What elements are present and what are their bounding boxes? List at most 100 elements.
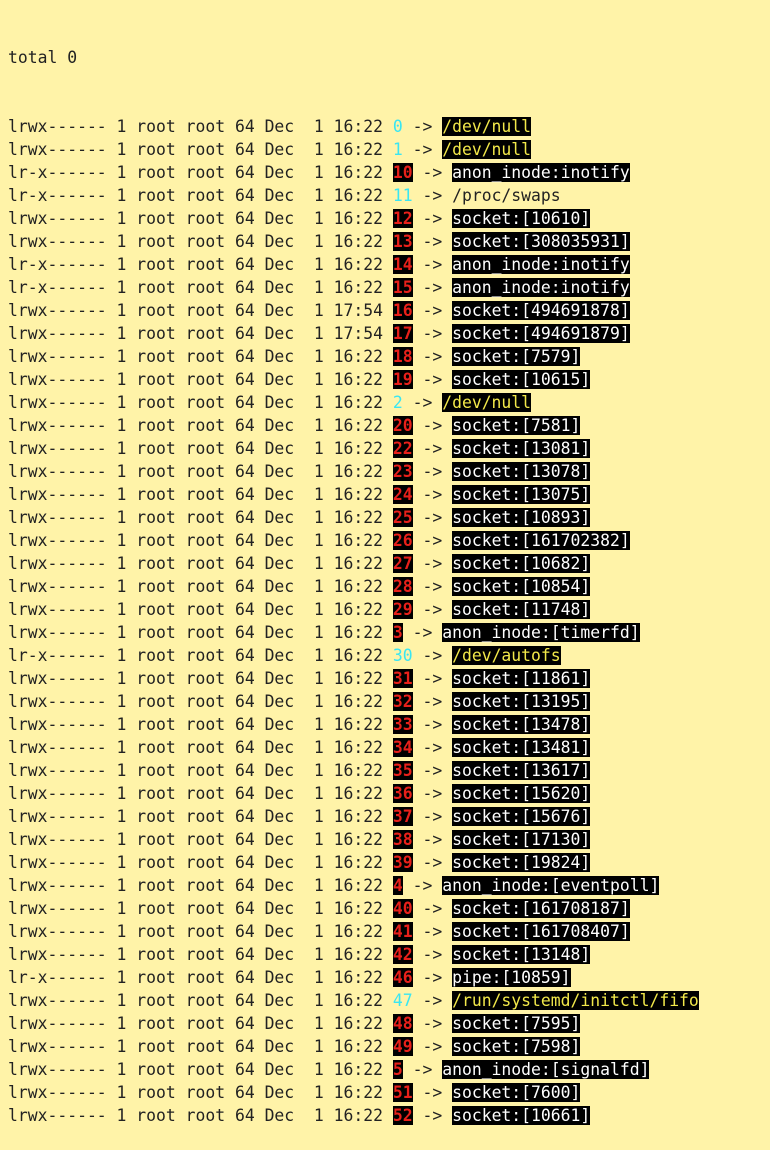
file-metadata: lrwx------ 1 root root 64 Dec 1 16:22 (8, 1037, 393, 1056)
link-arrow: -> (412, 945, 453, 964)
listing-row: lrwx------ 1 root root 64 Dec 1 16:22 18… (8, 345, 699, 368)
fd-number: 5 (392, 1060, 403, 1079)
listing-row: lrwx------ 1 root root 64 Dec 1 17:54 17… (8, 322, 699, 345)
file-metadata: lrwx------ 1 root root 64 Dec 1 16:22 (8, 715, 393, 734)
link-arrow: -> (412, 738, 453, 757)
link-arrow: -> (412, 209, 453, 228)
fd-number: 33 (392, 715, 413, 734)
link-target: socket:[161708407] (452, 922, 630, 941)
listing-row: lrwx------ 1 root root 64 Dec 1 16:22 25… (8, 506, 699, 529)
fd-number: 25 (392, 508, 413, 527)
listing-row: lr-x------ 1 root root 64 Dec 1 16:22 30… (8, 644, 699, 667)
link-arrow: -> (412, 761, 453, 780)
listing-row: lrwx------ 1 root root 64 Dec 1 16:22 48… (8, 1012, 699, 1035)
file-metadata: lrwx------ 1 root root 64 Dec 1 16:22 (8, 623, 393, 642)
link-arrow: -> (412, 784, 453, 803)
link-target: socket:[7581] (452, 416, 581, 435)
file-metadata: lrwx------ 1 root root 64 Dec 1 16:22 (8, 876, 393, 895)
file-metadata: lrwx------ 1 root root 64 Dec 1 16:22 (8, 140, 393, 159)
listing-row: lrwx------ 1 root root 64 Dec 1 16:22 22… (8, 437, 699, 460)
file-metadata: lrwx------ 1 root root 64 Dec 1 16:22 (8, 416, 393, 435)
link-target: /dev/null (442, 393, 532, 412)
link-target: socket:[13481] (452, 738, 591, 757)
file-metadata: lrwx------ 1 root root 64 Dec 1 16:22 (8, 393, 393, 412)
file-metadata: lrwx------ 1 root root 64 Dec 1 16:22 (8, 1106, 393, 1125)
file-metadata: lrwx------ 1 root root 64 Dec 1 16:22 (8, 922, 393, 941)
listing-row: lrwx------ 1 root root 64 Dec 1 16:22 5 … (8, 1058, 699, 1081)
listing-row: lrwx------ 1 root root 64 Dec 1 16:22 42… (8, 943, 699, 966)
link-arrow: -> (412, 968, 453, 987)
link-target: socket:[15620] (452, 784, 591, 803)
file-metadata: lr-x------ 1 root root 64 Dec 1 16:22 (8, 646, 393, 665)
file-metadata: lrwx------ 1 root root 64 Dec 1 16:22 (8, 462, 393, 481)
link-target: socket:[15676] (452, 807, 591, 826)
file-metadata: lrwx------ 1 root root 64 Dec 1 16:22 (8, 1083, 393, 1102)
listing-row: lrwx------ 1 root root 64 Dec 1 16:22 23… (8, 460, 699, 483)
listing-row: lrwx------ 1 root root 64 Dec 1 17:54 16… (8, 299, 699, 322)
link-target: socket:[161702382] (452, 531, 630, 550)
listing-row: lrwx------ 1 root root 64 Dec 1 16:22 24… (8, 483, 699, 506)
link-target: anon_inode:inotify (452, 278, 630, 297)
listing-row: lrwx------ 1 root root 64 Dec 1 16:22 12… (8, 207, 699, 230)
link-target: anon_inode:inotify (452, 163, 630, 182)
listing-row: lr-x------ 1 root root 64 Dec 1 16:22 15… (8, 276, 699, 299)
fd-number: 39 (392, 853, 413, 872)
fd-number: 0 (392, 117, 403, 136)
link-target: /proc/swaps (452, 186, 561, 205)
fd-number: 22 (392, 439, 413, 458)
link-arrow: -> (412, 531, 453, 550)
fd-number: 36 (392, 784, 413, 803)
link-target: anon_inode:[signalfd] (442, 1060, 650, 1079)
fd-number: 48 (392, 1014, 413, 1033)
link-arrow: -> (402, 393, 443, 412)
listing-row: lrwx------ 1 root root 64 Dec 1 16:22 0 … (8, 115, 699, 138)
listing-row: lrwx------ 1 root root 64 Dec 1 16:22 33… (8, 713, 699, 736)
fd-number: 19 (392, 370, 413, 389)
fd-number: 35 (392, 761, 413, 780)
link-arrow: -> (412, 462, 453, 481)
file-metadata: lrwx------ 1 root root 64 Dec 1 17:54 (8, 324, 393, 343)
fd-number: 31 (392, 669, 413, 688)
link-target: socket:[13148] (452, 945, 591, 964)
link-arrow: -> (412, 232, 453, 251)
fd-number: 12 (392, 209, 413, 228)
link-arrow: -> (412, 278, 453, 297)
listing-row: lrwx------ 1 root root 64 Dec 1 16:22 51… (8, 1081, 699, 1104)
link-arrow: -> (412, 1014, 453, 1033)
listing-row: lrwx------ 1 root root 64 Dec 1 16:22 26… (8, 529, 699, 552)
link-target: socket:[13075] (452, 485, 591, 504)
link-arrow: -> (412, 370, 453, 389)
link-target: socket:[7598] (452, 1037, 581, 1056)
link-target: socket:[13081] (452, 439, 591, 458)
link-target: socket:[10661] (452, 1106, 591, 1125)
file-metadata: lrwx------ 1 root root 64 Dec 1 16:22 (8, 531, 393, 550)
file-metadata: lr-x------ 1 root root 64 Dec 1 16:22 (8, 278, 393, 297)
listing-rows: lrwx------ 1 root root 64 Dec 1 16:22 0 … (8, 115, 699, 1127)
link-arrow: -> (412, 416, 453, 435)
link-target: socket:[19824] (452, 853, 591, 872)
link-target: socket:[13078] (452, 462, 591, 481)
link-target: /dev/null (442, 140, 532, 159)
link-arrow: -> (412, 669, 453, 688)
link-arrow: -> (412, 554, 453, 573)
file-metadata: lrwx------ 1 root root 64 Dec 1 16:22 (8, 347, 393, 366)
fd-number: 2 (392, 393, 403, 412)
file-metadata: lrwx------ 1 root root 64 Dec 1 16:22 (8, 370, 393, 389)
fd-number: 17 (392, 324, 413, 343)
fd-number: 41 (392, 922, 413, 941)
link-target: anon_inode:[timerfd] (442, 623, 640, 642)
link-target: socket:[13617] (452, 761, 591, 780)
link-target: /run/systemd/initctl/fifo (452, 991, 699, 1010)
listing-row: lrwx------ 1 root root 64 Dec 1 16:22 36… (8, 782, 699, 805)
file-metadata: lrwx------ 1 root root 64 Dec 1 16:22 (8, 692, 393, 711)
link-arrow: -> (412, 991, 453, 1010)
file-metadata: lrwx------ 1 root root 64 Dec 1 16:22 (8, 899, 393, 918)
link-target: socket:[10615] (452, 370, 591, 389)
file-metadata: lrwx------ 1 root root 64 Dec 1 16:22 (8, 1060, 393, 1079)
fd-number: 37 (392, 807, 413, 826)
file-metadata: lrwx------ 1 root root 64 Dec 1 16:22 (8, 600, 393, 619)
listing-row: lrwx------ 1 root root 64 Dec 1 16:22 31… (8, 667, 699, 690)
link-target: pipe:[10859] (452, 968, 571, 987)
file-metadata: lrwx------ 1 root root 64 Dec 1 16:22 (8, 209, 393, 228)
listing-row: lrwx------ 1 root root 64 Dec 1 16:22 49… (8, 1035, 699, 1058)
